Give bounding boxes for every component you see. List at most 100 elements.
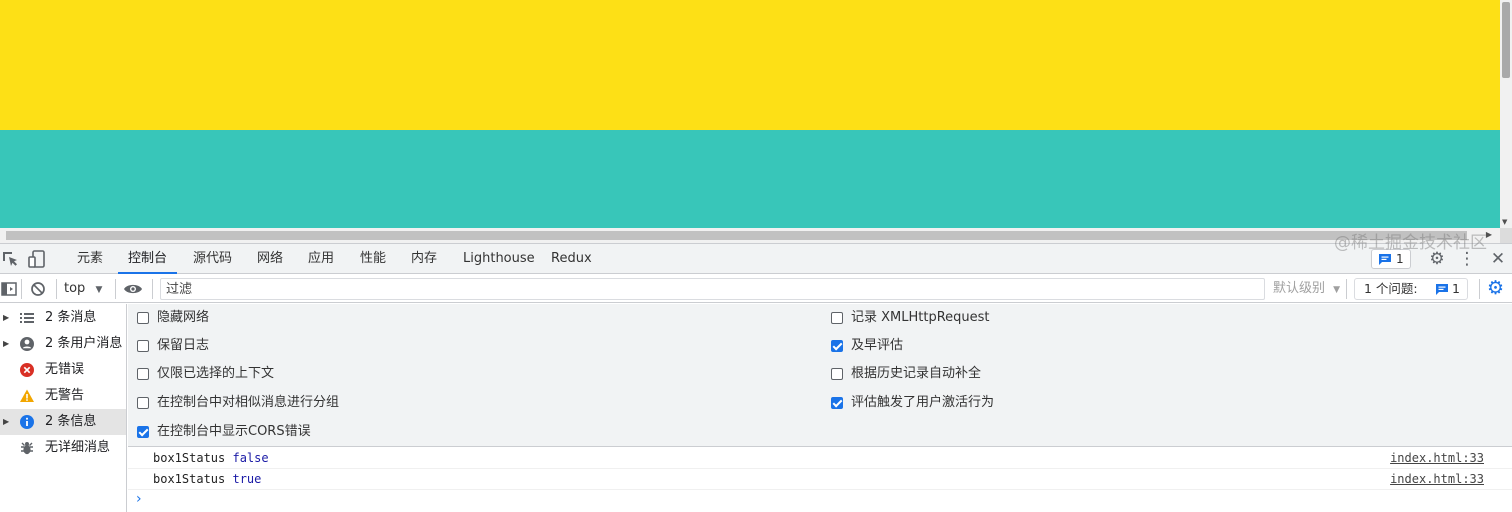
clear-console-icon[interactable]	[30, 281, 46, 301]
teal-box	[0, 130, 1500, 228]
message-value: false	[232, 451, 269, 465]
horizontal-scrollbar[interactable]: ▶	[0, 228, 1500, 243]
expand-arrow-icon[interactable]: ▶	[3, 305, 9, 331]
live-expression-eye-icon[interactable]	[123, 282, 143, 300]
option-label: 记录 XMLHttpRequest	[851, 310, 990, 325]
devtools-tab-bar: 元素 控制台 源代码 网络 应用 性能 内存 Lighthouse Redux …	[0, 244, 1512, 274]
log-level-select[interactable]: 默认级别 ▼	[1273, 275, 1340, 303]
prompt-chevron-icon: ›	[136, 491, 142, 507]
console-settings-pane: 隐藏网络 保留日志 仅限已选择的上下文 在控制台中对相似消息进行分组 在控制台中…	[128, 304, 1512, 447]
user-activation-checkbox[interactable]	[831, 397, 843, 409]
log-xhr-checkbox[interactable]	[831, 312, 843, 324]
device-toolbar-icon[interactable]	[28, 250, 46, 268]
option-label: 及早评估	[851, 338, 904, 353]
inspect-element-icon[interactable]	[1, 250, 19, 268]
issue-message-icon	[1435, 282, 1449, 302]
sidebar-item-errors[interactable]: 无错误	[0, 357, 126, 383]
context-select[interactable]: top ▼	[64, 275, 102, 303]
console-sidebar: ▶ 2 条消息 ▶ 2 条用户消息 无错误 无警告 ▶ 2 条信息 无详细消息	[0, 304, 127, 512]
toolbar-divider	[21, 279, 22, 299]
error-icon	[19, 362, 35, 378]
preserve-log-checkbox[interactable]	[137, 340, 149, 352]
log-level-value: 默认级别	[1273, 281, 1326, 296]
tab-console[interactable]: 控制台	[118, 244, 178, 274]
yellow-box	[0, 0, 1500, 130]
tab-memory[interactable]: 内存	[401, 244, 447, 274]
issues-count-button[interactable]: 1 个问题: 1	[1354, 278, 1468, 300]
option-label: 在控制台中显示CORS错误	[157, 424, 311, 439]
sidebar-item-label: 无详细消息	[45, 440, 111, 455]
option-label: 在控制台中对相似消息进行分组	[157, 395, 340, 410]
tab-network[interactable]: 网络	[247, 244, 293, 274]
show-sidebar-icon[interactable]	[1, 281, 17, 301]
console-message-text: box1Status false	[153, 448, 269, 469]
console-prompt[interactable]: ›	[128, 491, 1512, 512]
expand-arrow-icon[interactable]: ▶	[3, 409, 9, 435]
sidebar-item-verbose[interactable]: 无详细消息	[0, 435, 126, 461]
tab-lighthouse[interactable]: Lighthouse	[453, 244, 545, 274]
expand-arrow-icon[interactable]: ▶	[3, 331, 9, 357]
tab-application[interactable]: 应用	[298, 244, 344, 274]
message-label: box1Status	[153, 451, 226, 465]
watermark: @稀土掘金技术社区	[1334, 233, 1487, 253]
sidebar-item-label: 2 条消息	[45, 310, 97, 325]
close-devtools-icon[interactable]: ✕	[1487, 244, 1509, 274]
console-message: box1Status true index.html:33	[128, 469, 1512, 490]
message-source-link[interactable]: index.html:33	[1390, 448, 1484, 469]
toolbar-divider	[1346, 279, 1347, 299]
vertical-scrollbar[interactable]: ▼	[1500, 0, 1512, 228]
toolbar-divider	[56, 279, 57, 299]
autocomplete-history-checkbox[interactable]	[831, 368, 843, 380]
toolbar-divider	[1479, 279, 1480, 299]
sidebar-item-label: 2 条信息	[45, 414, 97, 429]
devtools-panel: 元素 控制台 源代码 网络 应用 性能 内存 Lighthouse Redux …	[0, 243, 1512, 512]
chevron-down-icon: ▼	[95, 285, 103, 295]
issues-count-value: 1	[1452, 281, 1460, 296]
message-label: box1Status	[153, 472, 226, 486]
issues-count-label: 1 个问题:	[1364, 281, 1418, 296]
sidebar-item-user-messages[interactable]: ▶ 2 条用户消息	[0, 331, 126, 357]
option-label: 仅限已选择的上下文	[157, 366, 275, 381]
sidebar-item-label: 2 条用户消息	[45, 336, 123, 351]
vertical-scrollbar-thumb[interactable]	[1502, 2, 1510, 78]
eager-evaluation-checkbox[interactable]	[831, 340, 843, 352]
toolbar-divider	[115, 279, 116, 299]
option-label: 保留日志	[157, 338, 210, 353]
chevron-down-icon: ▼	[1333, 285, 1341, 295]
toolbar-divider	[152, 279, 153, 299]
message-source-link[interactable]: index.html:33	[1390, 469, 1484, 490]
filter-input[interactable]	[160, 278, 1265, 300]
page-viewport: ▼ ▶	[0, 0, 1512, 243]
option-label: 根据历史记录自动补全	[851, 366, 982, 381]
hide-network-checkbox[interactable]	[137, 312, 149, 324]
tab-redux[interactable]: Redux	[541, 244, 602, 274]
console-settings-gear-icon[interactable]: ⚙	[1487, 277, 1504, 299]
list-icon	[19, 310, 35, 326]
bug-icon	[19, 440, 35, 456]
message-value: true	[232, 472, 262, 486]
tab-elements[interactable]: 元素	[67, 244, 113, 274]
sidebar-item-label: 无警告	[45, 388, 85, 403]
tab-performance[interactable]: 性能	[350, 244, 396, 274]
scroll-down-arrow-icon[interactable]: ▼	[1502, 218, 1507, 226]
info-icon	[19, 414, 35, 430]
selected-context-checkbox[interactable]	[137, 368, 149, 380]
console-toolbar: top ▼ 默认级别 ▼ 1 个问题: 1 ⚙	[0, 275, 1512, 303]
option-label: 隐藏网络	[157, 310, 210, 325]
sidebar-item-label: 无错误	[45, 362, 85, 377]
sidebar-item-warnings[interactable]: 无警告	[0, 383, 126, 409]
scrollbar-corner	[1500, 228, 1512, 243]
context-select-value: top	[64, 281, 86, 296]
sidebar-item-messages[interactable]: ▶ 2 条消息	[0, 305, 126, 331]
console-message: box1Status false index.html:33	[128, 448, 1512, 469]
console-message-text: box1Status true	[153, 469, 261, 490]
option-label: 评估触发了用户激活行为	[851, 395, 995, 410]
group-similar-checkbox[interactable]	[137, 397, 149, 409]
user-icon	[19, 336, 35, 352]
show-cors-errors-checkbox[interactable]	[137, 426, 149, 438]
warning-icon	[19, 388, 35, 404]
issue-message-icon	[1378, 253, 1392, 271]
tab-sources[interactable]: 源代码	[183, 244, 242, 274]
horizontal-scrollbar-thumb[interactable]	[6, 231, 1467, 240]
sidebar-item-info[interactable]: ▶ 2 条信息	[0, 409, 126, 435]
